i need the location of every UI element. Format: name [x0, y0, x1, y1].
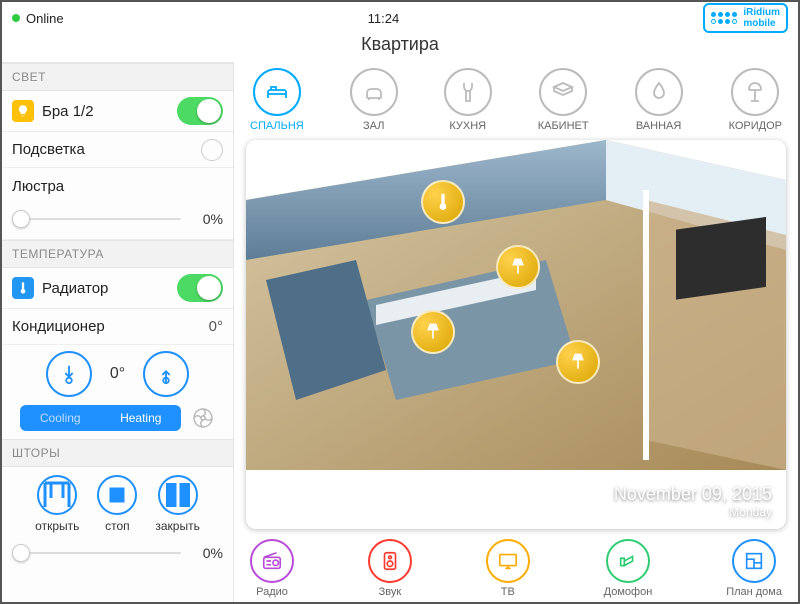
- curtain-open-button[interactable]: открыть: [35, 475, 79, 533]
- bottom-bar: Радио Звук ТВ Домофон План дома: [244, 533, 788, 598]
- marker-lamp-2[interactable]: [411, 310, 455, 354]
- clock: 11:24: [368, 11, 400, 26]
- row-bra: Бра 1/2: [2, 91, 233, 132]
- room-kitchen[interactable]: КУХНЯ: [444, 68, 492, 132]
- curtain-close-button[interactable]: закрыть: [155, 475, 199, 533]
- bottom-intercom[interactable]: Домофон: [604, 539, 653, 598]
- curtain-pct: 0%: [189, 545, 223, 561]
- room-bedroom[interactable]: СПАЛЬНЯ: [250, 68, 304, 132]
- chandelier-pct: 0%: [189, 211, 223, 227]
- plan-illustration: [246, 140, 786, 470]
- marker-lamp-1[interactable]: [496, 245, 540, 289]
- online-label: Online: [26, 11, 64, 26]
- backlight-label: Подсветка: [12, 141, 193, 158]
- temp-up-button[interactable]: [143, 351, 189, 397]
- room-cabinet[interactable]: КАБИНЕТ: [538, 68, 589, 132]
- section-temp: ТЕМПЕРАТУРА: [2, 240, 233, 268]
- bottom-radio[interactable]: Радио: [250, 539, 294, 598]
- brand-badge: iRidiummobile: [703, 3, 788, 33]
- backlight-toggle[interactable]: [201, 139, 223, 161]
- sidebar: СВЕТ Бра 1/2 Подсветка Люстра 0% ТЕМПЕРА…: [2, 62, 234, 602]
- mode-segmented[interactable]: Cooling Heating: [20, 405, 181, 431]
- ac-label: Кондиционер: [12, 318, 201, 335]
- mode-cooling[interactable]: Cooling: [20, 405, 101, 431]
- mode-heating[interactable]: Heating: [101, 405, 182, 431]
- floor-plan[interactable]: November 09, 2015 Monday: [246, 140, 786, 529]
- temp-down-button[interactable]: [46, 351, 92, 397]
- row-ac: Кондиционер 0°: [2, 309, 233, 345]
- room-bath[interactable]: ВАННАЯ: [635, 68, 683, 132]
- rooms-tabs: СПАЛЬНЯ ЗАЛ КУХНЯ КАБИНЕТ ВАННАЯ КОРИДОР: [244, 68, 788, 136]
- chandelier-slider[interactable]: [12, 218, 181, 220]
- row-chandelier: Люстра: [2, 168, 233, 204]
- row-radiator: Радиатор: [2, 268, 233, 309]
- room-hall[interactable]: ЗАЛ: [350, 68, 398, 132]
- marker-thermo[interactable]: [421, 180, 465, 224]
- room-corridor[interactable]: КОРИДОР: [729, 68, 782, 132]
- content: СПАЛЬНЯ ЗАЛ КУХНЯ КАБИНЕТ ВАННАЯ КОРИДОР: [234, 62, 798, 602]
- chandelier-label: Люстра: [12, 178, 223, 195]
- radiator-toggle[interactable]: [177, 274, 223, 302]
- curtain-stop-button[interactable]: стоп: [97, 475, 137, 533]
- row-backlight: Подсветка: [2, 132, 233, 168]
- lamp-icon: [12, 100, 34, 122]
- bottom-plan[interactable]: План дома: [726, 539, 782, 598]
- bottom-sound[interactable]: Звук: [368, 539, 412, 598]
- curtain-slider[interactable]: [12, 552, 181, 554]
- ac-value: 0°: [209, 318, 223, 335]
- bottom-tv[interactable]: ТВ: [486, 539, 530, 598]
- bra-toggle[interactable]: [177, 97, 223, 125]
- temp-current: 0°: [110, 365, 125, 383]
- radiator-label: Радиатор: [42, 280, 169, 297]
- online-dot: [12, 14, 20, 22]
- date-overlay: November 09, 2015 Monday: [614, 484, 772, 519]
- section-curtains: ШТОРЫ: [2, 439, 233, 467]
- thermometer-icon: [12, 277, 34, 299]
- section-light: СВЕТ: [2, 63, 233, 91]
- page-title: Квартира: [2, 34, 798, 62]
- marker-lamp-3[interactable]: [556, 340, 600, 384]
- bra-label: Бра 1/2: [42, 103, 169, 120]
- status-bar: Online 11:24 iRidiummobile: [2, 2, 798, 34]
- fan-icon[interactable]: [191, 406, 215, 430]
